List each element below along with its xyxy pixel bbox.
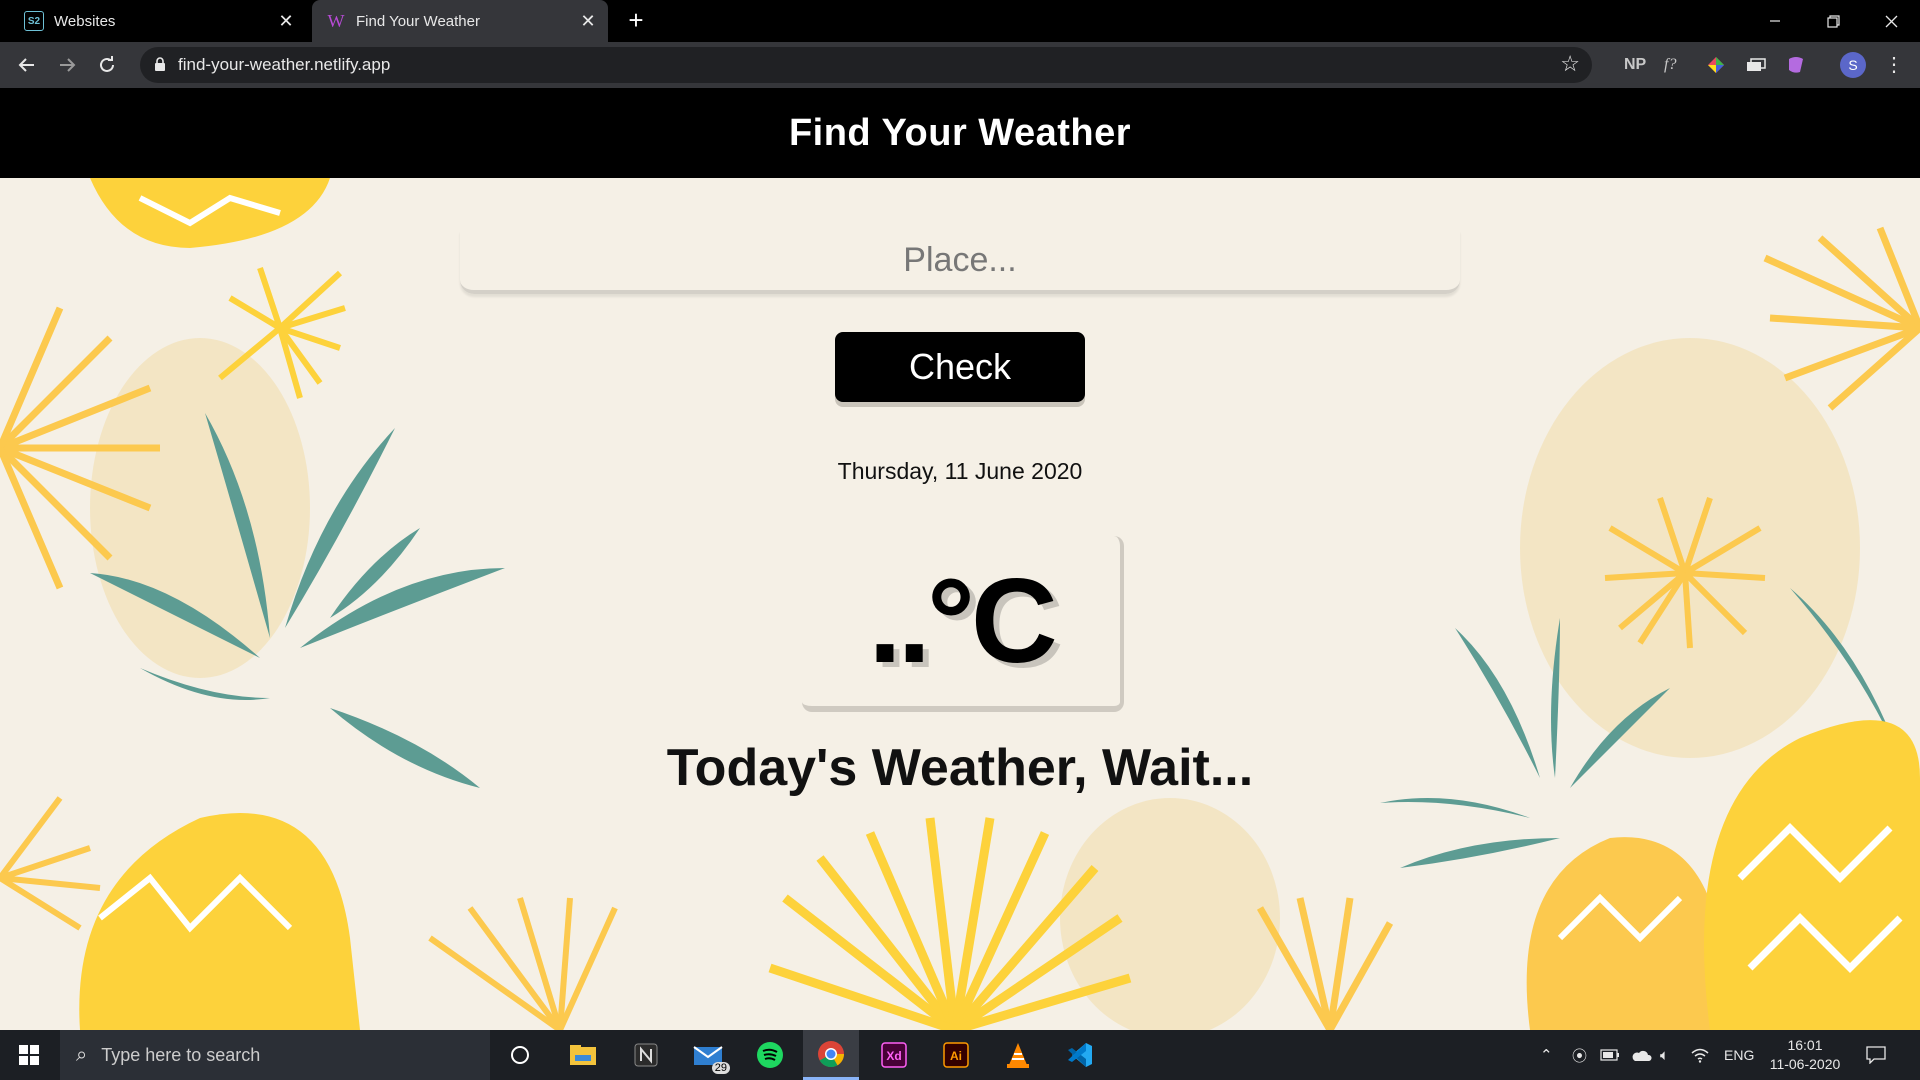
cortana-icon[interactable] <box>492 1030 548 1080</box>
minimize-icon[interactable] <box>1746 0 1804 42</box>
extension-np-icon[interactable]: NP <box>1624 54 1646 76</box>
websites-favicon-icon: S2 <box>24 11 44 31</box>
browser-tab-bar: S2 Websites ✕ W Find Your Weather ✕ + <box>0 0 1920 42</box>
back-arrow-icon[interactable] <box>12 50 42 80</box>
browser-toolbar: find-your-weather.netlify.app ☆ NP f? S … <box>0 42 1920 88</box>
extension-window-icon[interactable] <box>1746 54 1766 76</box>
forward-arrow-icon[interactable] <box>52 50 82 80</box>
site-header: Find Your Weather <box>0 88 1920 178</box>
current-date: Thursday, 11 June 2020 <box>837 458 1083 484</box>
tray-record-icon[interactable]: ⦿ <box>1572 1030 1587 1080</box>
window-close-icon[interactable] <box>1862 0 1920 42</box>
temperature-value: ..°C <box>868 554 1057 688</box>
volume-icon[interactable]: 🔈︎ <box>1660 1030 1669 1080</box>
chrome-icon[interactable] <box>803 1030 859 1080</box>
battery-icon[interactable] <box>1600 1030 1620 1080</box>
site-title: Find Your Weather <box>788 111 1132 154</box>
profile-avatar[interactable]: S <box>1840 52 1866 78</box>
tray-chevron-icon[interactable]: ⌃ <box>1540 1030 1553 1080</box>
notion-icon[interactable] <box>618 1030 674 1080</box>
svg-text:Xd: Xd <box>886 1049 901 1063</box>
weather-page: Find Your Weather Check Thursday, 11 Jun… <box>0 88 1920 1030</box>
reload-icon[interactable] <box>92 50 122 80</box>
new-tab-button[interactable]: + <box>622 6 650 34</box>
extension-formula-icon[interactable]: f? <box>1664 54 1676 76</box>
onedrive-icon[interactable] <box>1630 1030 1652 1080</box>
vlc-icon[interactable] <box>990 1030 1046 1080</box>
extension-color-picker-icon[interactable] <box>1706 54 1726 76</box>
tab-websites[interactable]: S2 Websites ✕ <box>10 0 306 42</box>
language-indicator[interactable]: ENG <box>1724 1030 1754 1080</box>
restore-icon[interactable] <box>1804 0 1862 42</box>
adobe-illustrator-icon[interactable]: Ai <box>928 1030 984 1080</box>
tab-title: Find Your Weather <box>356 12 480 30</box>
mail-badge: 29 <box>711 1062 730 1074</box>
mail-icon[interactable]: 29 <box>680 1030 736 1080</box>
place-input[interactable] <box>460 230 1460 294</box>
clock-date: 11-06-2020 <box>1769 1056 1841 1072</box>
taskbar: ⌕ Type here to search 29 Xd Ai ⌃ ⦿ 🔈︎ EN… <box>0 1030 1920 1080</box>
lock-icon <box>155 57 165 71</box>
taskbar-search-box[interactable]: ⌕ Type here to search <box>60 1030 490 1080</box>
wifi-icon[interactable] <box>1690 1030 1710 1080</box>
svg-text:Ai: Ai <box>950 1049 962 1063</box>
search-icon: ⌕ <box>76 1043 88 1066</box>
check-button[interactable]: Check <box>835 332 1085 402</box>
temperature-card: ..°C <box>802 536 1124 712</box>
notifications-icon[interactable] <box>1866 1030 1886 1080</box>
tab-title: Websites <box>54 12 116 30</box>
address-bar[interactable]: find-your-weather.netlify.app ☆ <box>140 47 1592 83</box>
file-explorer-icon[interactable] <box>555 1030 611 1080</box>
tab-find-your-weather[interactable]: W Find Your Weather ✕ <box>312 0 608 42</box>
search-placeholder: Type here to search <box>101 1044 261 1065</box>
bookmark-star-icon[interactable]: ☆ <box>1560 51 1580 77</box>
extension-purple-icon[interactable] <box>1786 54 1806 76</box>
clock-time: 16:01 <box>1787 1037 1823 1053</box>
url-text: find-your-weather.netlify.app <box>178 55 391 74</box>
tab-close-icon[interactable]: ✕ <box>274 9 298 33</box>
weather-favicon-icon: W <box>327 10 345 31</box>
system-clock[interactable]: 16:01 11-06-2020 <box>1760 1036 1850 1074</box>
browser-menu-icon[interactable]: ⋮ <box>1884 52 1904 78</box>
spotify-icon[interactable] <box>742 1030 798 1080</box>
windows-start-icon[interactable] <box>0 1030 58 1080</box>
tab-close-icon[interactable]: ✕ <box>576 9 600 33</box>
vscode-icon[interactable] <box>1052 1030 1108 1080</box>
weather-status: Today's Weather, Wait... <box>666 739 1254 797</box>
adobe-xd-icon[interactable]: Xd <box>866 1030 922 1080</box>
